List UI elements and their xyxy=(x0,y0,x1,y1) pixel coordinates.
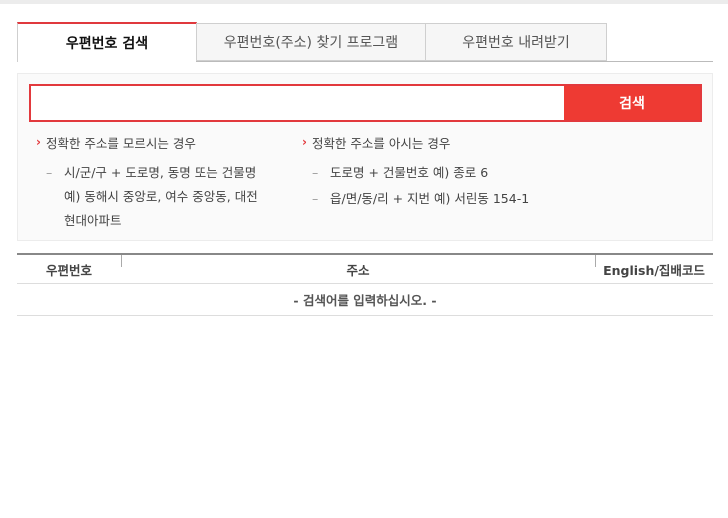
chevron-right-icon: › xyxy=(302,135,307,149)
help-line: 현대아파트 xyxy=(64,213,122,228)
dash-icon: – xyxy=(312,165,319,180)
help-heading-text: 정확한 주소를 아시는 경우 xyxy=(311,135,451,151)
results-table-header: 우편번호 주소 English/집배코드 xyxy=(17,253,713,284)
help-heading-text: 정확한 주소를 모르시는 경우 xyxy=(45,135,196,151)
tab-zipcode-search[interactable]: 우편번호 검색 xyxy=(17,22,197,62)
help-item: – 도로명 + 건물번호 예) 종로 6 xyxy=(302,161,602,185)
empty-message: - 검색어를 입력하십시오. - xyxy=(17,284,713,316)
tab-label: 우편번호(주소) 찾기 프로그램 xyxy=(223,35,399,51)
help-text: 시/군/구 + 도로명, 동명 또는 건물명 예) 동해시 중앙로, 여수 중앙… xyxy=(64,161,286,233)
dash-icon: – xyxy=(312,191,319,206)
tab-address-program[interactable]: 우편번호(주소) 찾기 프로그램 xyxy=(196,23,426,61)
search-button[interactable]: 검색 xyxy=(564,86,700,120)
help-item: – 시/군/구 + 도로명, 동명 또는 건물명 예) 동해시 중앙로, 여수 … xyxy=(36,161,286,233)
help-text: 도로명 + 건물번호 예) 종로 6 xyxy=(330,165,489,180)
help-known-address: › 정확한 주소를 아시는 경우 – 도로명 + 건물번호 예) 종로 6 – … xyxy=(302,132,602,211)
tab-label: 우편번호 내려받기 xyxy=(462,35,570,51)
help-heading: › 정확한 주소를 모르시는 경우 xyxy=(36,132,286,152)
tab-label: 우편번호 검색 xyxy=(65,36,149,52)
tab-bar: 우편번호 검색 우편번호(주소) 찾기 프로그램 우편번호 내려받기 xyxy=(17,22,713,62)
search-input[interactable] xyxy=(31,86,564,120)
help-line: 시/군/구 + 도로명, 동명 또는 건물명 xyxy=(64,165,257,180)
column-address: 주소 xyxy=(346,263,370,278)
chevron-right-icon: › xyxy=(36,135,41,149)
dash-icon: – xyxy=(46,165,53,180)
column-english: English/집배코드 xyxy=(603,263,705,278)
help-unknown-address: › 정확한 주소를 모르시는 경우 – 시/군/구 + 도로명, 동명 또는 건… xyxy=(36,132,286,233)
help-text: 읍/면/동/리 + 지번 예) 서린동 154-1 xyxy=(330,191,530,206)
top-strip xyxy=(0,0,728,4)
help-item: – 읍/면/동/리 + 지번 예) 서린동 154-1 xyxy=(302,187,602,211)
help-line: 예) 동해시 중앙로, 여수 중앙동, 대전 xyxy=(64,189,258,204)
search-panel: 검색 › 정확한 주소를 모르시는 경우 – 시/군/구 + 도로명, 동명 또… xyxy=(17,73,713,241)
search-bar: 검색 xyxy=(29,84,702,122)
tab-divider xyxy=(196,61,713,62)
help-heading: › 정확한 주소를 아시는 경우 xyxy=(302,132,602,152)
tab-zipcode-download[interactable]: 우편번호 내려받기 xyxy=(425,23,607,61)
column-zipcode: 우편번호 xyxy=(45,263,92,278)
